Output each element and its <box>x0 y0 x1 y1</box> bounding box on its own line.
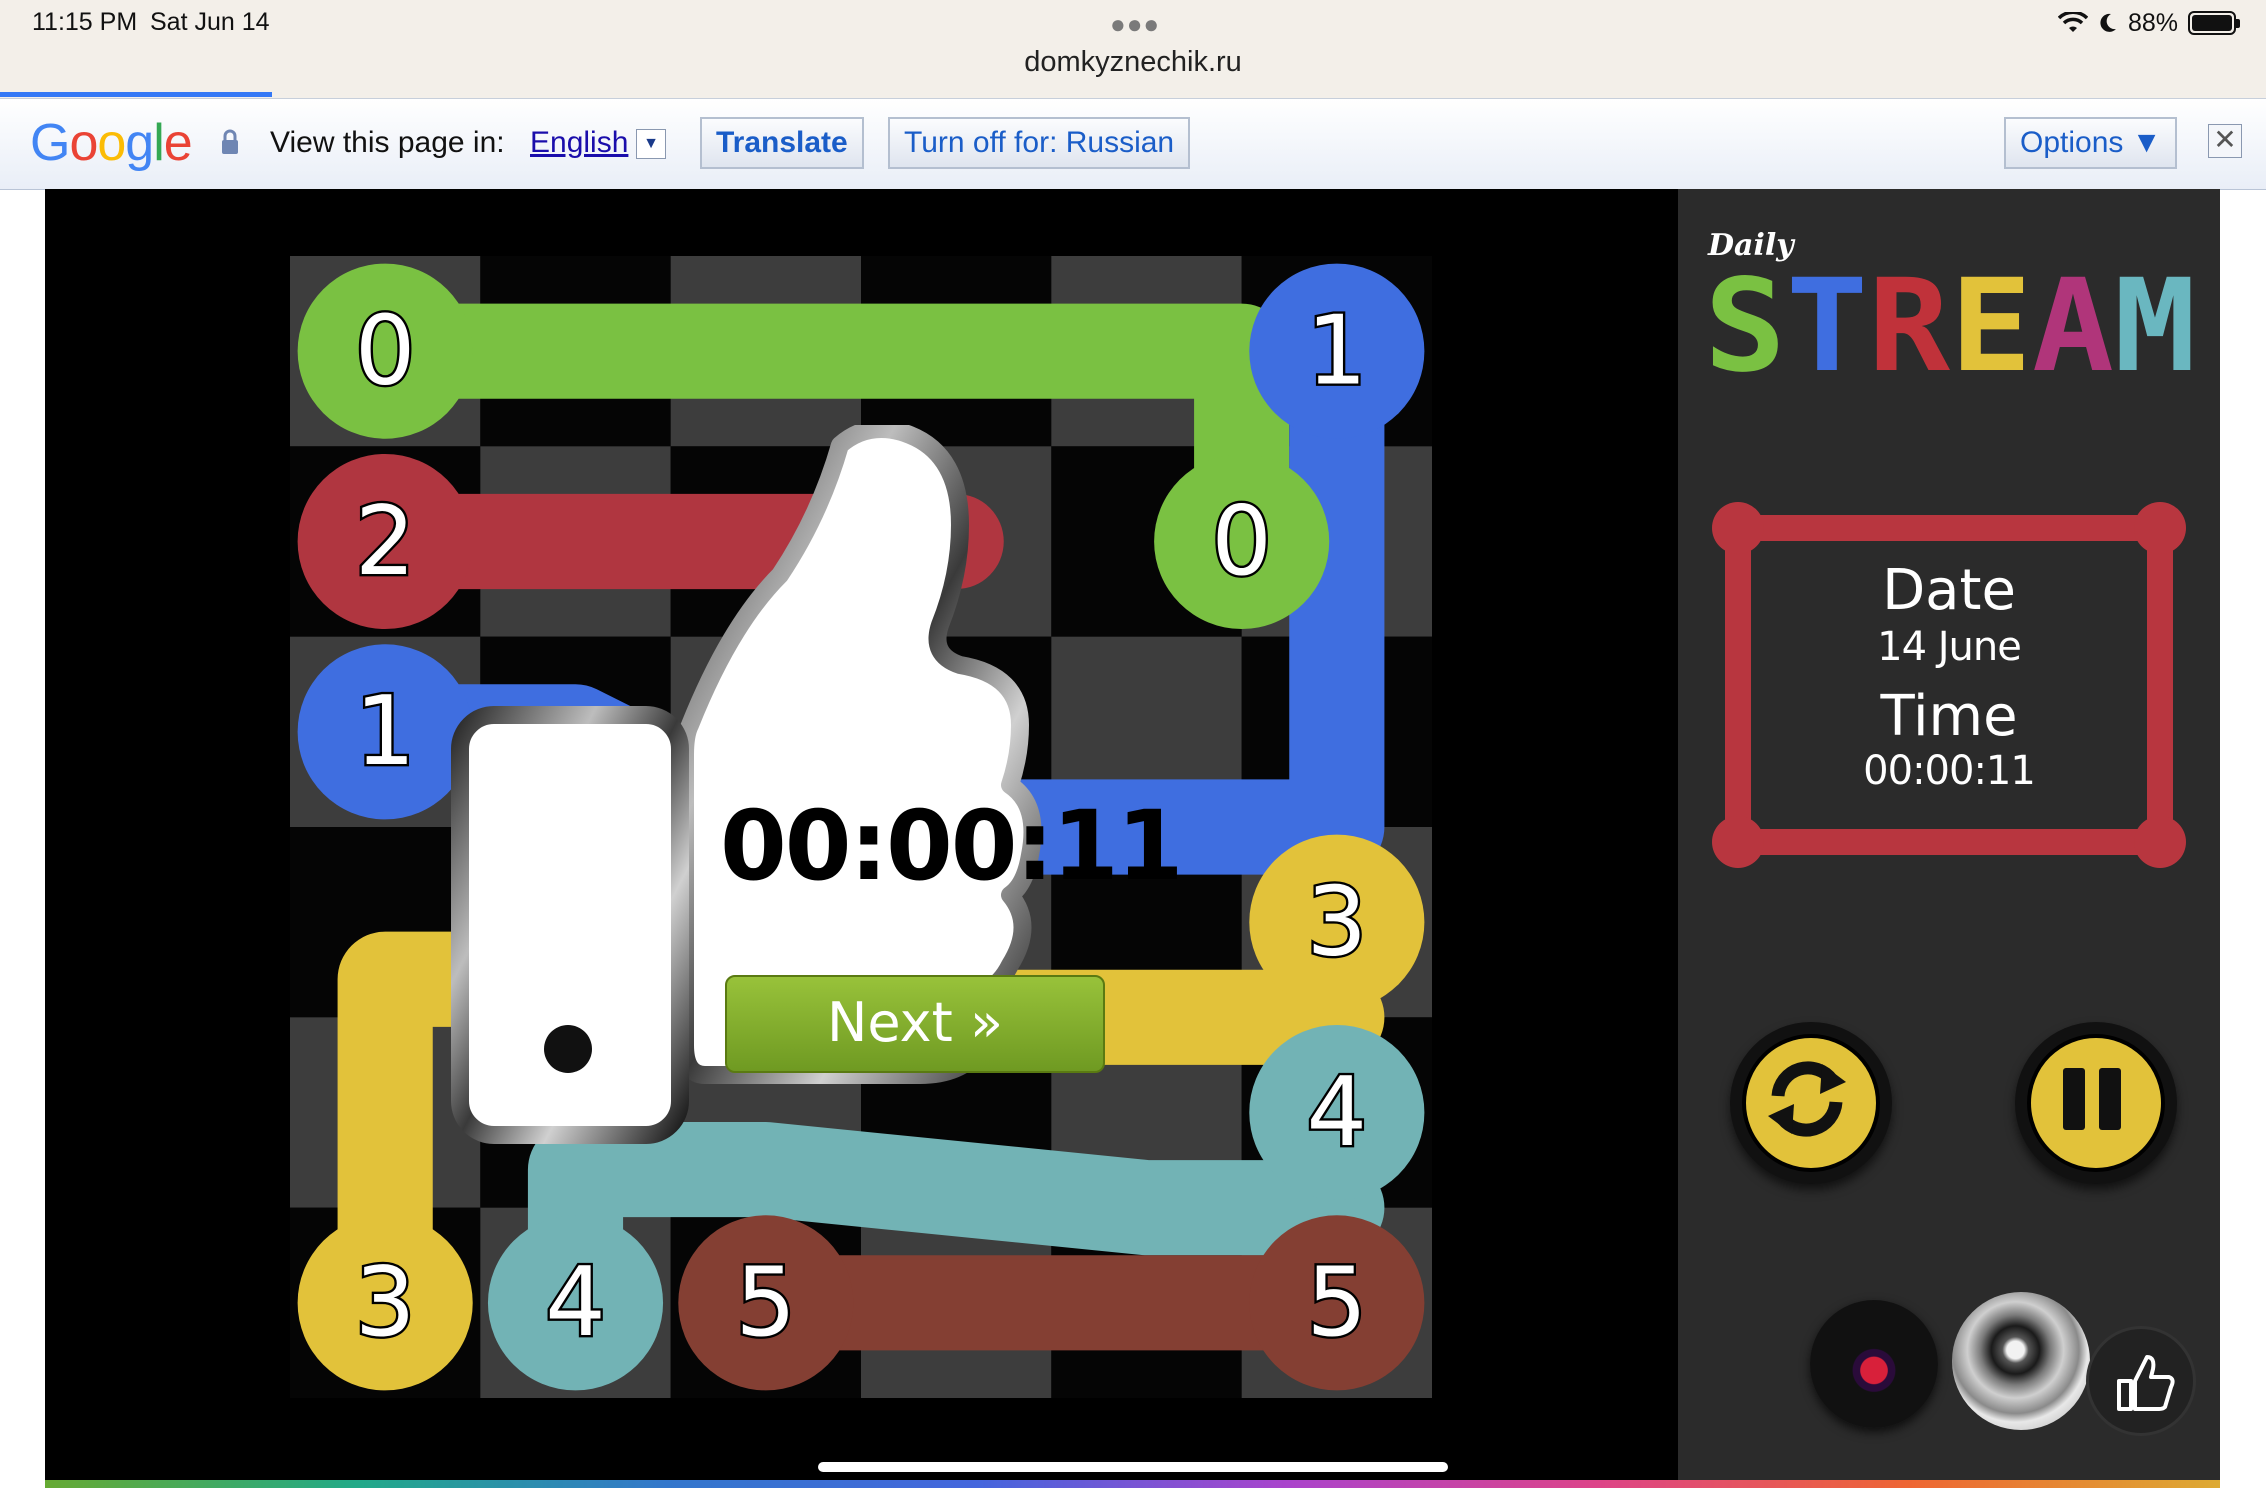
moon-icon <box>2100 13 2116 32</box>
flow-endpoint[interactable]: 4 <box>1249 1024 1425 1201</box>
logo-letter: T <box>1786 262 1868 392</box>
logo-letter: M <box>2114 262 2196 392</box>
flow-endpoint[interactable]: 3 <box>1249 834 1425 1010</box>
translate-label: View this page in: <box>270 126 505 159</box>
pause-icon <box>2063 1068 2121 1130</box>
endpoint-label: 5 <box>1307 1248 1368 1358</box>
endpoint-label: 0 <box>355 297 416 407</box>
wifi-icon <box>2057 12 2088 32</box>
logo-letter: A <box>2032 262 2114 392</box>
logo-letter: E <box>1950 262 2032 392</box>
endpoint-label: 1 <box>1307 297 1368 407</box>
flow-endpoint[interactable]: 4 <box>487 1215 664 1391</box>
pause-button[interactable] <box>2015 1022 2177 1184</box>
browser-status-bar: 11:15 PM Sat Jun 14 ●●● domkyznechik.ru … <box>0 0 2266 98</box>
language-link[interactable]: English <box>530 126 628 160</box>
turn-off-translate-button[interactable]: Turn off for: Russian <box>888 117 1191 169</box>
battery-percent: 88% <box>2127 8 2178 37</box>
options-button[interactable]: Options ▼ <box>2004 117 2178 169</box>
language-dropdown-icon[interactable]: ▼ <box>636 129 666 159</box>
address-bar-url[interactable]: domkyznechik.ru <box>0 46 2266 79</box>
date-label: Date <box>1882 558 2016 623</box>
logo-daily-text: Daily <box>1708 228 1794 263</box>
flow-endpoint[interactable]: 0 <box>297 263 473 439</box>
time-value: 00:00:11 <box>1863 748 2036 794</box>
logo-letter: R <box>1868 262 1951 392</box>
endpoint-label: 3 <box>1307 868 1368 978</box>
next-level-button[interactable]: Next » <box>725 975 1105 1073</box>
status-date: Sat Jun 14 <box>150 8 270 36</box>
endpoint-label: 5 <box>736 1248 797 1358</box>
endpoint-label: 2 <box>355 487 416 597</box>
time-label: Time <box>1880 684 2018 749</box>
endpoint-label: 3 <box>355 1248 416 1358</box>
thumbs-up-icon <box>2117 1355 2175 1411</box>
endpoint-label: 4 <box>1307 1058 1368 1168</box>
page-load-progress <box>0 92 272 97</box>
translate-button[interactable]: Translate <box>700 117 864 169</box>
logo-letter: S <box>1704 262 1786 392</box>
restart-icon <box>1768 1061 1846 1137</box>
record-button[interactable] <box>1810 1300 1938 1428</box>
google-translate-bar: Google View this page in: English ▼ Tran… <box>0 98 2266 190</box>
status-indicators: 88% <box>2057 6 2240 40</box>
flow-endpoint[interactable]: 1 <box>1249 263 1425 439</box>
endpoint-label: 4 <box>545 1248 606 1358</box>
logo-word: STREAM <box>1704 262 2196 392</box>
flow-endpoint[interactable]: 5 <box>678 1215 854 1391</box>
overlay-time: 00:00:11 <box>720 790 1184 902</box>
multitask-dots-icon[interactable]: ●●● <box>1110 9 1160 40</box>
flow-endpoint[interactable]: 5 <box>1249 1215 1425 1391</box>
home-indicator[interactable] <box>818 1462 1448 1472</box>
battery-icon <box>2188 11 2240 35</box>
status-time: 11:15 PM <box>32 8 138 36</box>
sound-button[interactable] <box>1952 1292 2090 1430</box>
stream-logo: STREAM <box>1704 262 2196 392</box>
date-value: 14 June <box>1877 624 2022 670</box>
endpoint-label: 1 <box>355 677 416 787</box>
lock-icon <box>222 129 238 154</box>
close-translate-bar-button[interactable]: ✕ <box>2208 124 2242 158</box>
flow-endpoint[interactable]: 3 <box>297 1215 473 1391</box>
like-button[interactable] <box>2086 1326 2196 1436</box>
restart-button[interactable] <box>1730 1022 1892 1184</box>
google-logo: Google <box>30 114 193 172</box>
bottom-color-strip <box>45 1480 2220 1488</box>
